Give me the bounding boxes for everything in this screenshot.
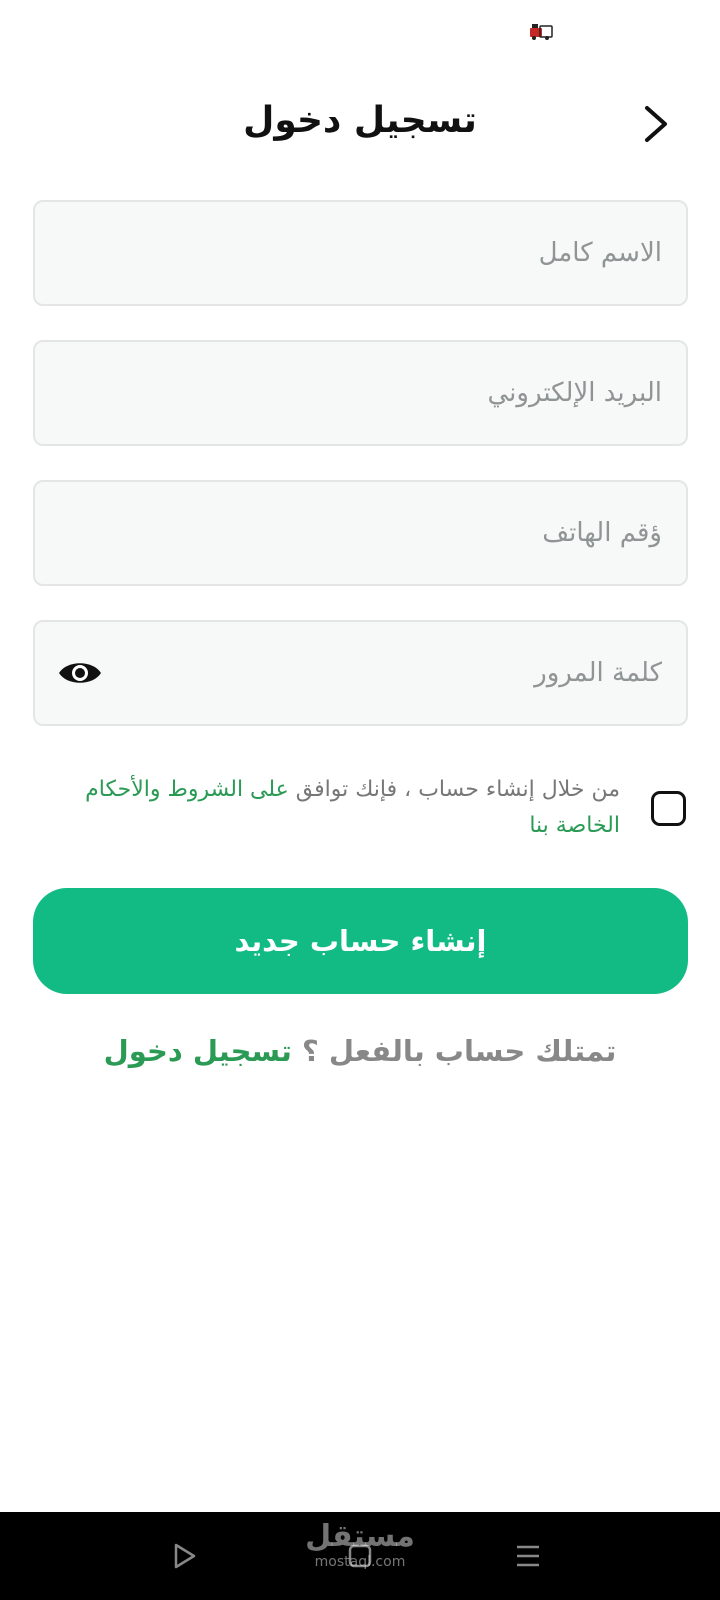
full-name-input[interactable] <box>35 202 686 304</box>
terms-text: من خلال إنشاء حساب ، فإنك توافق على الشر… <box>80 772 620 844</box>
full-name-field <box>33 200 688 306</box>
password-input[interactable] <box>35 622 686 724</box>
menu-icon <box>517 1545 539 1567</box>
signup-screen: تسجيل دخول من خلال إنشاء حساب ، فإنك توا… <box>0 0 720 1600</box>
login-link[interactable]: تسجيل دخول <box>104 1034 292 1068</box>
password-field <box>33 620 688 726</box>
notification-icon <box>528 22 554 40</box>
login-prompt: تمتلك حساب بالفعل ؟ تسجيل دخول <box>0 1034 720 1068</box>
watermark: مستقل mostaql.com <box>300 1519 420 1571</box>
nav-play-button[interactable] <box>160 1532 208 1580</box>
chevron-right-icon <box>645 106 667 142</box>
watermark-latin: mostaql.com <box>314 1554 406 1570</box>
show-password-button[interactable] <box>55 655 105 691</box>
login-prompt-text: تمتلك حساب بالفعل ؟ <box>302 1034 617 1068</box>
eye-icon <box>59 663 101 683</box>
play-icon <box>174 1543 196 1569</box>
nav-menu-button[interactable] <box>504 1532 552 1580</box>
phone-input[interactable] <box>35 482 686 584</box>
watermark-arabic: مستقل <box>305 1519 415 1554</box>
back-button[interactable] <box>628 96 684 152</box>
email-input[interactable] <box>35 342 686 444</box>
terms-agreement-text: من خلال إنشاء حساب ، فإنك توافق <box>295 777 620 802</box>
header: تسجيل دخول <box>0 92 720 154</box>
phone-field <box>33 480 688 586</box>
email-field <box>33 340 688 446</box>
page-title: تسجيل دخول <box>243 100 477 141</box>
create-account-button[interactable]: إنشاء حساب جديد <box>33 888 688 994</box>
terms-checkbox[interactable] <box>651 791 686 826</box>
